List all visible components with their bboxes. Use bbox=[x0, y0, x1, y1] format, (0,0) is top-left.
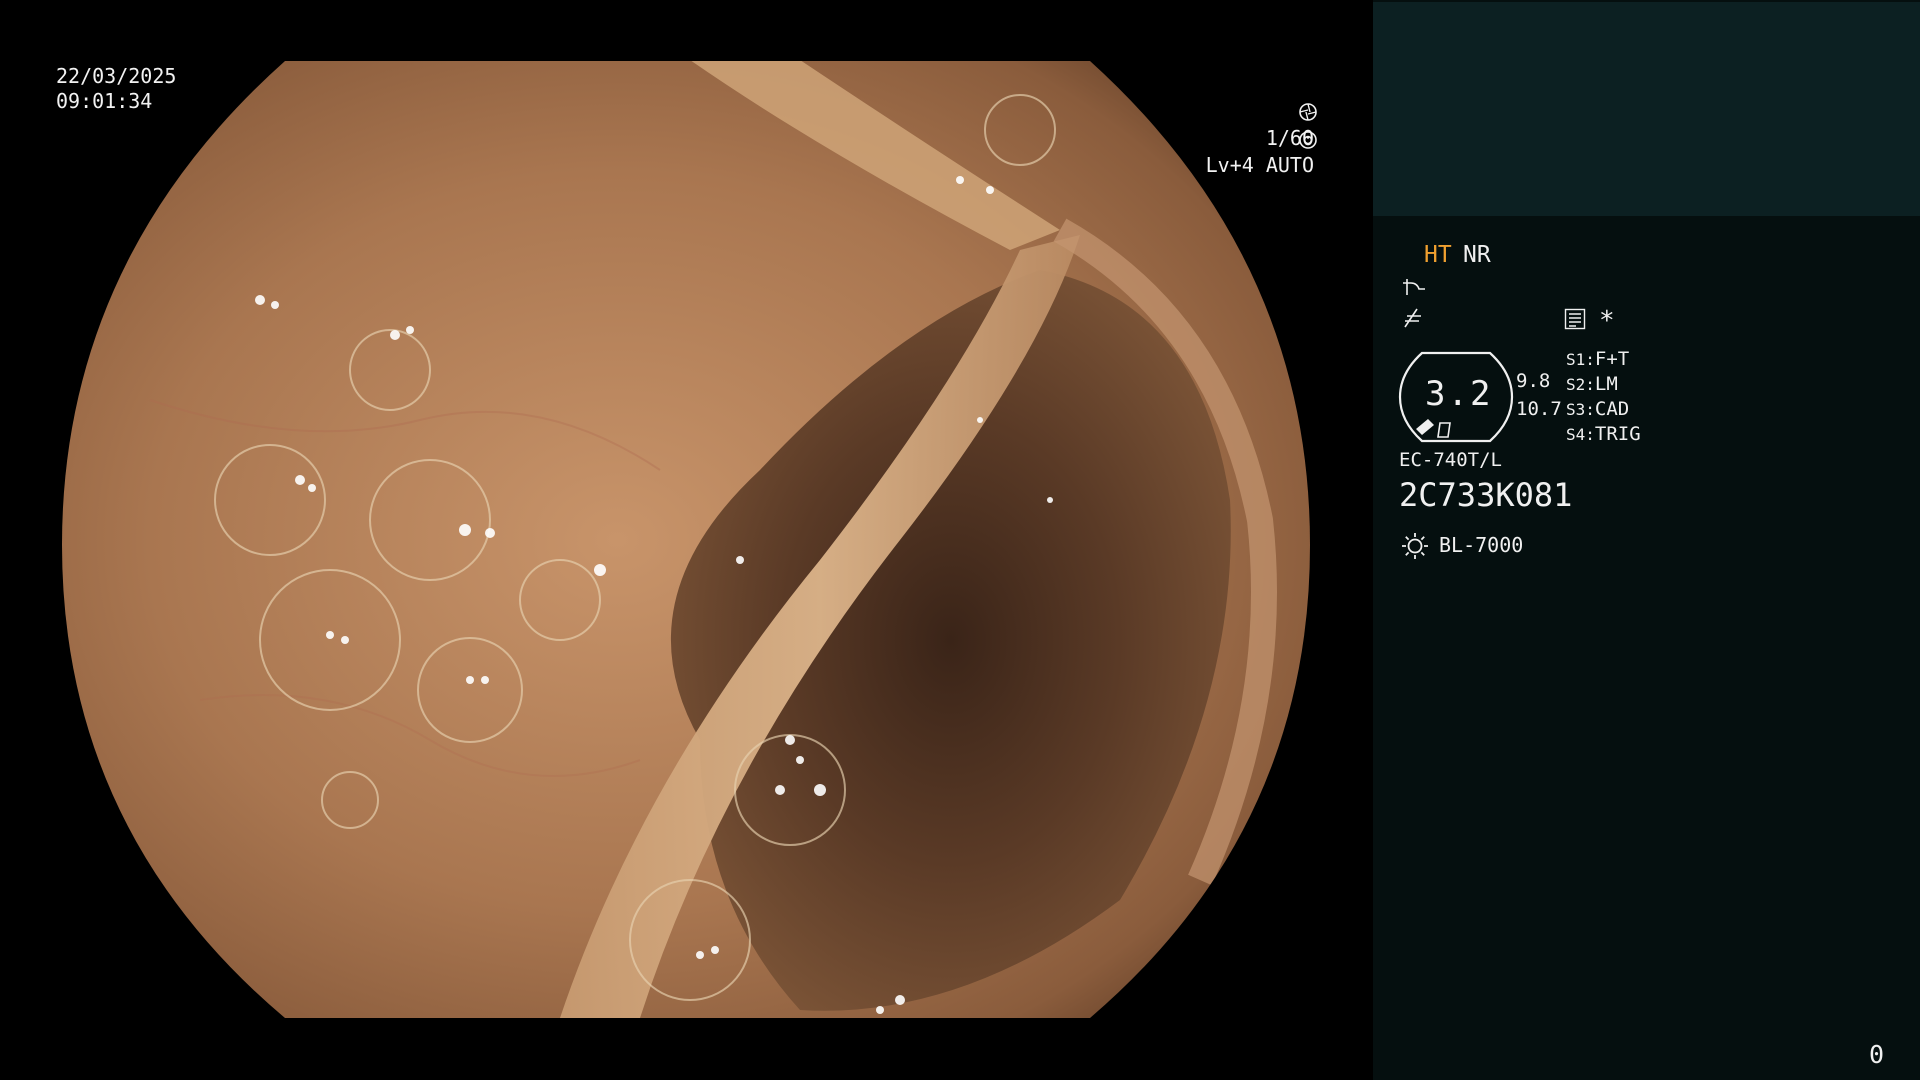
switch-value: TRIG bbox=[1594, 423, 1641, 445]
stat-top: 9.8 bbox=[1516, 370, 1551, 392]
switch-row: S1:F+T bbox=[1566, 348, 1641, 373]
switch-list: S1:F+T S2:LM S3:CAD S4:TRIG bbox=[1566, 348, 1641, 448]
switch-value: LM bbox=[1594, 373, 1618, 395]
switch-value: F+T bbox=[1594, 348, 1630, 370]
stat-bottom: 10.7 bbox=[1516, 398, 1562, 420]
light-source-model: BL-7000 bbox=[1439, 533, 1524, 557]
thumbnail-area bbox=[1373, 2, 1920, 216]
nr-indicator: NR bbox=[1463, 242, 1491, 268]
switch-row: S2:LM bbox=[1566, 373, 1641, 398]
overlay-date: 22/03/2025 bbox=[56, 64, 177, 88]
endoscopy-monitor: 22/03/2025 09:01:34 1/60 Lv+4 AUTO HT NR bbox=[0, 0, 1920, 1080]
switch-key: S1: bbox=[1566, 350, 1595, 369]
endoscope-video-view: 22/03/2025 09:01:34 1/60 Lv+4 AUTO bbox=[0, 0, 1372, 1080]
color-tone-icon bbox=[1404, 308, 1421, 328]
switch-key: S3: bbox=[1566, 400, 1595, 419]
aperture-icon bbox=[1299, 103, 1317, 121]
switch-value: CAD bbox=[1594, 398, 1630, 420]
zoom-value: 3.2 bbox=[1425, 374, 1493, 414]
switch-key: S4: bbox=[1566, 425, 1595, 444]
scope-model: EC-740T/L bbox=[1399, 449, 1502, 471]
menu-list-icon bbox=[1564, 308, 1586, 330]
light-source-icon bbox=[1402, 533, 1428, 559]
counter: 0 bbox=[1869, 1040, 1885, 1069]
switch-row: S4:TRIG bbox=[1566, 423, 1641, 448]
iris-icon bbox=[1299, 131, 1317, 149]
enhancement-curve-icon bbox=[1403, 279, 1425, 295]
overlay-time: 09:01:34 bbox=[56, 89, 153, 113]
overlay-iris-value: Lv+4 AUTO bbox=[1205, 153, 1314, 177]
switch-key: S2: bbox=[1566, 375, 1595, 394]
ht-indicator: HT bbox=[1424, 242, 1452, 268]
switch-row: S3:CAD bbox=[1566, 398, 1641, 423]
overlay-iris: Lv+4 AUTO bbox=[1133, 126, 1314, 204]
scope-serial: 2C733K081 bbox=[1399, 476, 1573, 514]
asterisk-indicator: * bbox=[1599, 306, 1615, 336]
info-panel: HT NR * 3.2 9.8 10.7 S1:F+T S2:LM S3:CAD… bbox=[1373, 0, 1920, 1080]
